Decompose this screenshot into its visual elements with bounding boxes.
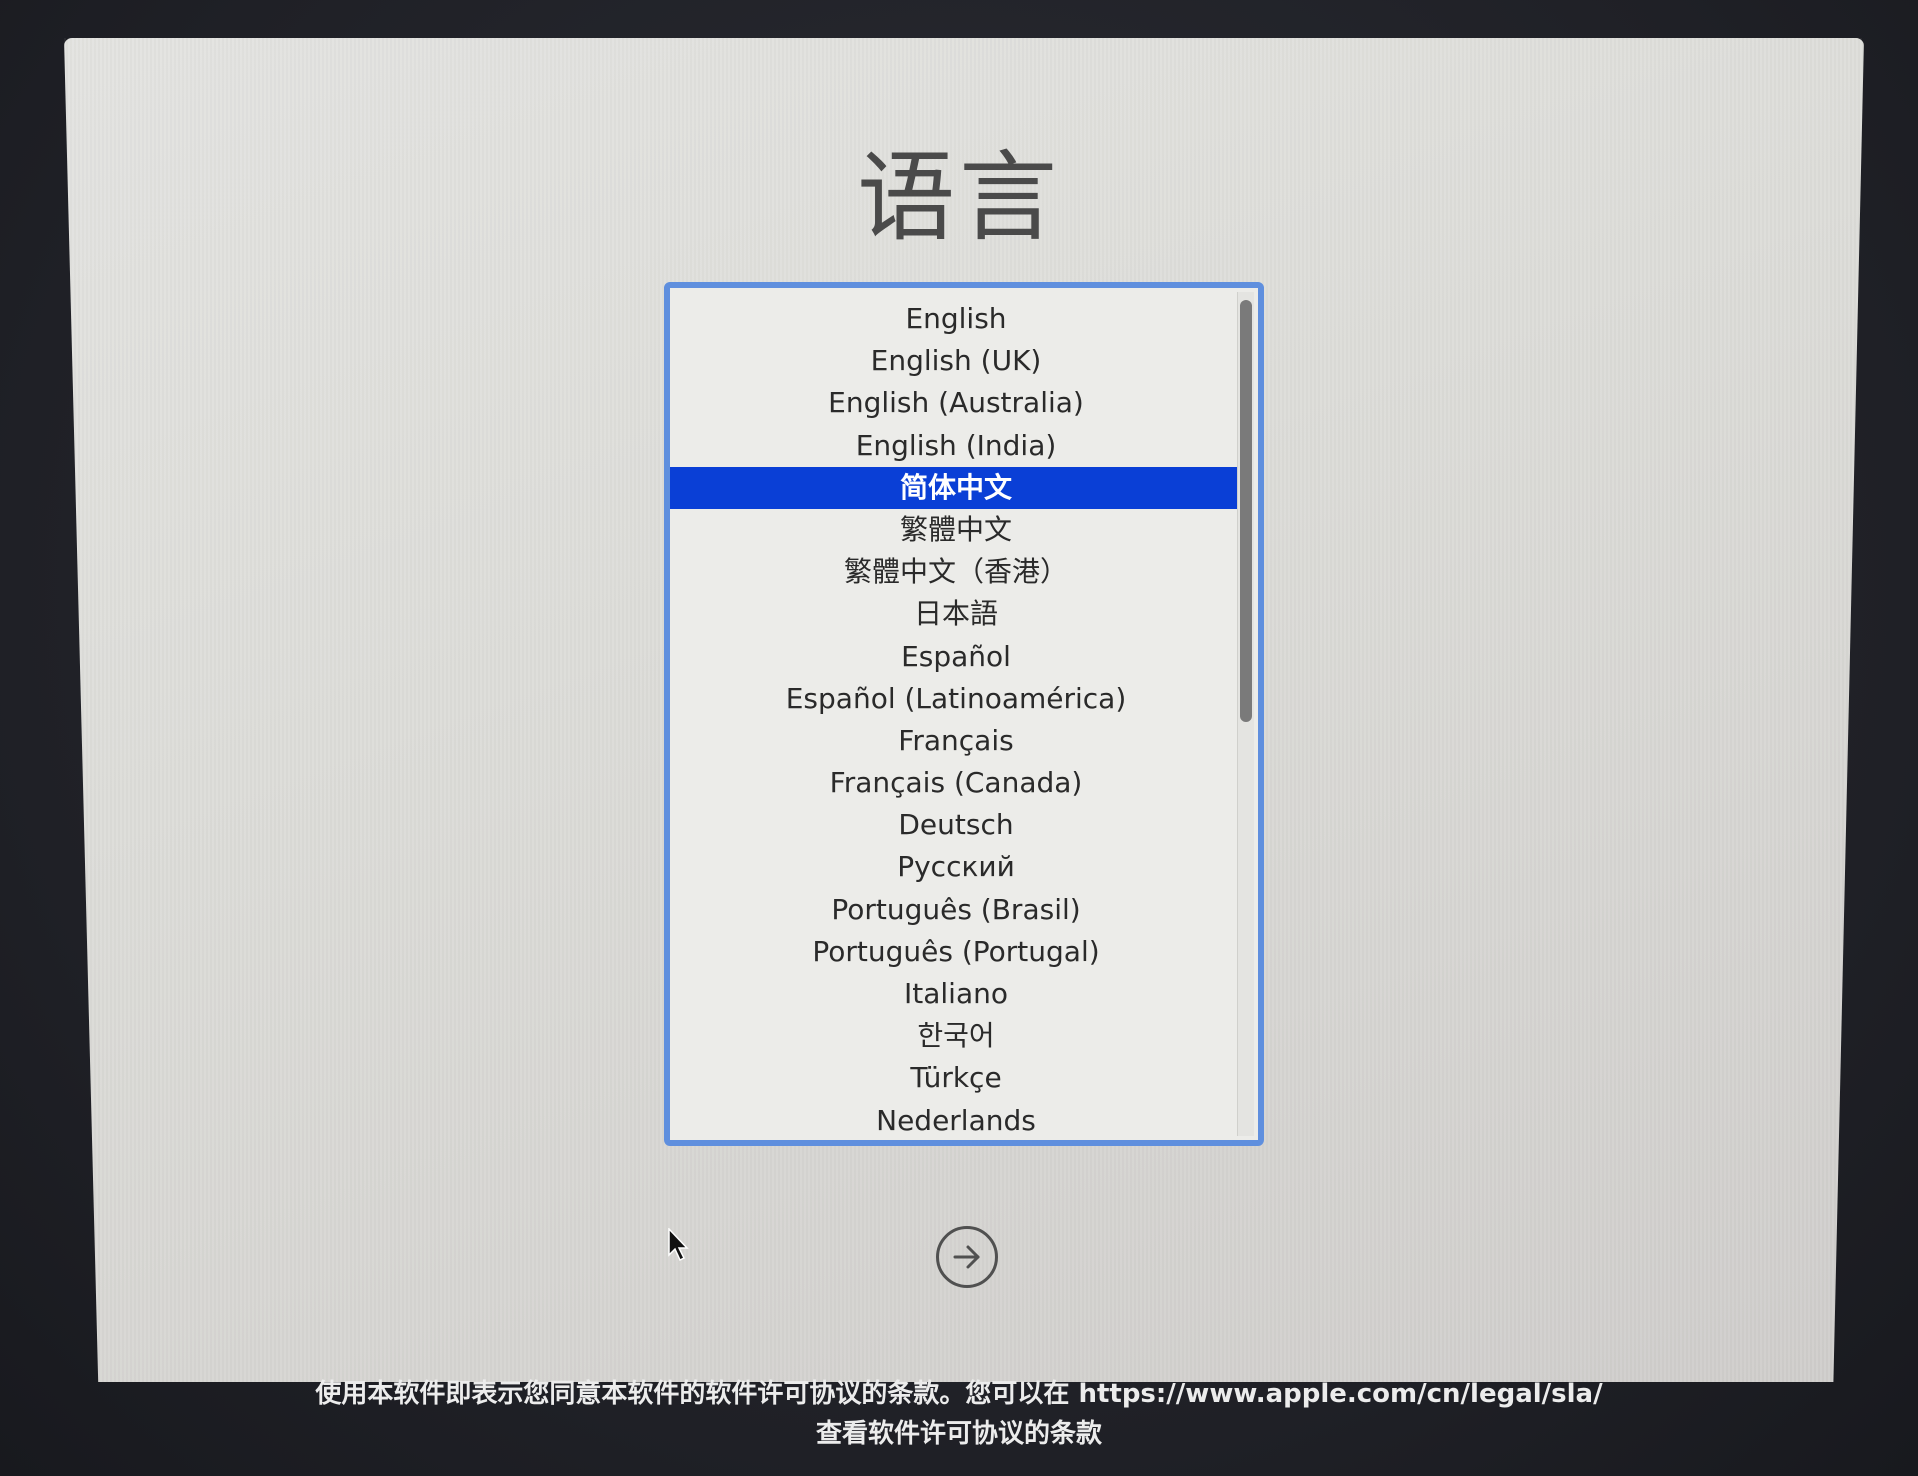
page-title: 语言 bbox=[856, 141, 1061, 255]
license-notice-line1: 使用本软件即表示您同意本软件的软件许可协议的条款。您可以在 https://ww… bbox=[315, 1379, 1603, 1409]
language-option[interactable]: English (Australia) bbox=[670, 382, 1242, 424]
language-option[interactable]: English (India) bbox=[670, 425, 1242, 467]
language-option[interactable]: Español bbox=[670, 636, 1242, 678]
scrollbar-track[interactable] bbox=[1237, 292, 1254, 1136]
language-option[interactable]: Nederlands bbox=[670, 1100, 1242, 1140]
mouse-cursor bbox=[668, 1227, 690, 1266]
language-option[interactable]: Deutsch bbox=[670, 804, 1242, 846]
language-option[interactable]: Português (Brasil) bbox=[670, 889, 1242, 931]
license-notice-line2: 查看软件许可协议的条款 bbox=[815, 1419, 1102, 1449]
language-option[interactable]: Français (Canada) bbox=[670, 762, 1242, 804]
language-list[interactable]: English English (UK) English (Australia) En… bbox=[664, 282, 1264, 1146]
pointer-icon bbox=[668, 1227, 689, 1262]
language-option[interactable]: English bbox=[670, 298, 1242, 340]
arrow-right-circle-icon bbox=[953, 1245, 980, 1269]
language-option[interactable]: 繁體中文（香港） bbox=[670, 551, 1242, 593]
continue-button[interactable] bbox=[936, 1226, 998, 1288]
language-option[interactable]: Français bbox=[670, 720, 1242, 762]
language-option[interactable]: 한국어 bbox=[670, 1015, 1242, 1057]
language-list-items: English English (UK) English (Australia) En… bbox=[670, 298, 1242, 1140]
language-option[interactable]: Русский bbox=[670, 846, 1242, 888]
language-option[interactable]: Italiano bbox=[670, 973, 1242, 1015]
language-option[interactable]: English (UK) bbox=[670, 340, 1242, 382]
language-option[interactable]: 日本語 bbox=[670, 593, 1242, 635]
language-option[interactable]: Español (Latinoamérica) bbox=[670, 678, 1242, 720]
scrollbar-thumb[interactable] bbox=[1240, 300, 1252, 722]
language-option[interactable]: 繁體中文 bbox=[670, 509, 1242, 551]
license-notice: 使用本软件即表示您同意本软件的软件许可协议的条款。您可以在 https://ww… bbox=[0, 1374, 1918, 1454]
language-option[interactable]: Türkçe bbox=[670, 1057, 1242, 1099]
language-option[interactable]: Português (Portugal) bbox=[670, 931, 1242, 973]
language-option[interactable]: 简体中文 bbox=[670, 466, 1242, 509]
